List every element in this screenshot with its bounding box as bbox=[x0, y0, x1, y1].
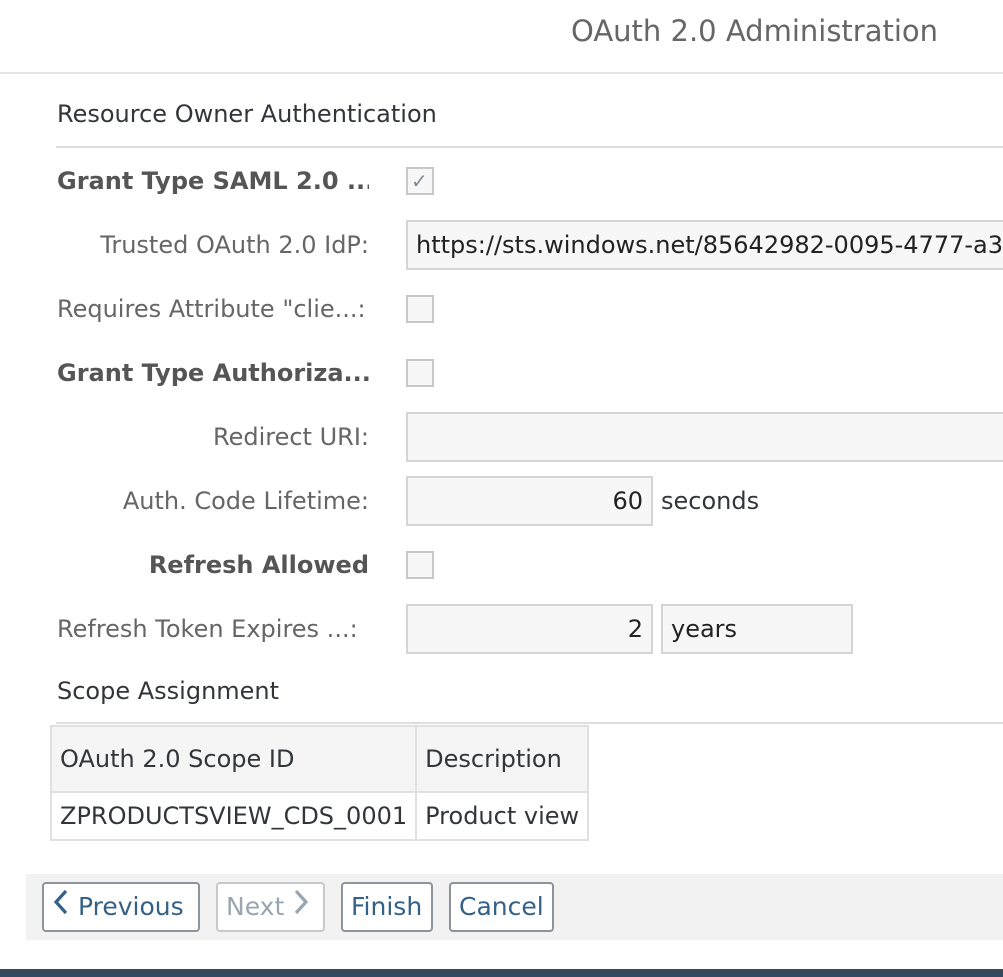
auth-code-lifetime-field[interactable]: 60 bbox=[406, 476, 653, 526]
scope-assignment-title: Scope Assignment bbox=[57, 677, 280, 705]
column-header-scope-id[interactable]: OAuth 2.0 Scope ID bbox=[49, 725, 418, 793]
refresh-allowed-label: Refresh Allowed bbox=[148, 551, 369, 579]
finish-button-label: Finish bbox=[351, 892, 423, 921]
bottom-bar bbox=[0, 969, 1003, 977]
auth-code-lifetime-unit: seconds bbox=[661, 487, 760, 515]
grant-saml-checkbox[interactable]: ✓ bbox=[406, 167, 434, 195]
grant-auth-code-checkbox[interactable] bbox=[406, 359, 434, 387]
table-row[interactable]: ZPRODUCTSVIEW_CDS_0001 Product view bbox=[49, 791, 590, 841]
scope-divider bbox=[56, 722, 1003, 724]
trusted-idp-field[interactable]: https://sts.windows.net/85642982-0095-47… bbox=[406, 220, 1003, 270]
redirect-uri-field[interactable] bbox=[406, 412, 1003, 462]
previous-button[interactable]: Previous bbox=[42, 882, 200, 932]
redirect-uri-label: Redirect URI: bbox=[212, 423, 369, 451]
grant-auth-code-label: Grant Type Authoriza... bbox=[57, 359, 369, 387]
section-title: Resource Owner Authentication bbox=[57, 100, 437, 128]
scope-id-cell: ZPRODUCTSVIEW_CDS_0001 bbox=[49, 791, 418, 841]
refresh-token-expires-label: Refresh Token Expires ...: bbox=[57, 615, 358, 643]
chevron-right-icon bbox=[292, 885, 310, 931]
auth-code-lifetime-label: Auth. Code Lifetime: bbox=[122, 487, 369, 515]
column-header-description[interactable]: Description bbox=[415, 725, 590, 793]
table-header-row: OAuth 2.0 Scope ID Description bbox=[49, 725, 590, 793]
refresh-allowed-checkbox[interactable] bbox=[406, 551, 434, 579]
app-header: OAuth 2.0 Administration bbox=[0, 0, 1003, 74]
checkmark-icon: ✓ bbox=[411, 169, 428, 193]
trusted-idp-label: Trusted OAuth 2.0 IdP: bbox=[100, 231, 369, 259]
refresh-token-unit-select[interactable]: years bbox=[661, 604, 853, 654]
finish-button[interactable]: Finish bbox=[341, 882, 433, 932]
scope-table: OAuth 2.0 Scope ID Description ZPRODUCTS… bbox=[49, 725, 590, 841]
cancel-button-label: Cancel bbox=[459, 892, 544, 921]
refresh-token-expires-field[interactable]: 2 bbox=[406, 604, 653, 654]
section-divider bbox=[56, 146, 1003, 148]
app-title: OAuth 2.0 Administration bbox=[571, 14, 939, 48]
next-button-label: Next bbox=[226, 892, 285, 921]
requires-attribute-label: Requires Attribute "clie...: bbox=[57, 295, 366, 323]
cancel-button[interactable]: Cancel bbox=[449, 882, 554, 932]
chevron-left-icon bbox=[52, 885, 70, 931]
requires-attribute-checkbox[interactable] bbox=[406, 295, 434, 323]
grant-saml-label: Grant Type SAML 2.0 ... bbox=[57, 167, 369, 195]
previous-button-label: Previous bbox=[77, 892, 184, 921]
next-button[interactable]: Next bbox=[216, 882, 325, 932]
description-cell: Product view bbox=[415, 791, 590, 841]
